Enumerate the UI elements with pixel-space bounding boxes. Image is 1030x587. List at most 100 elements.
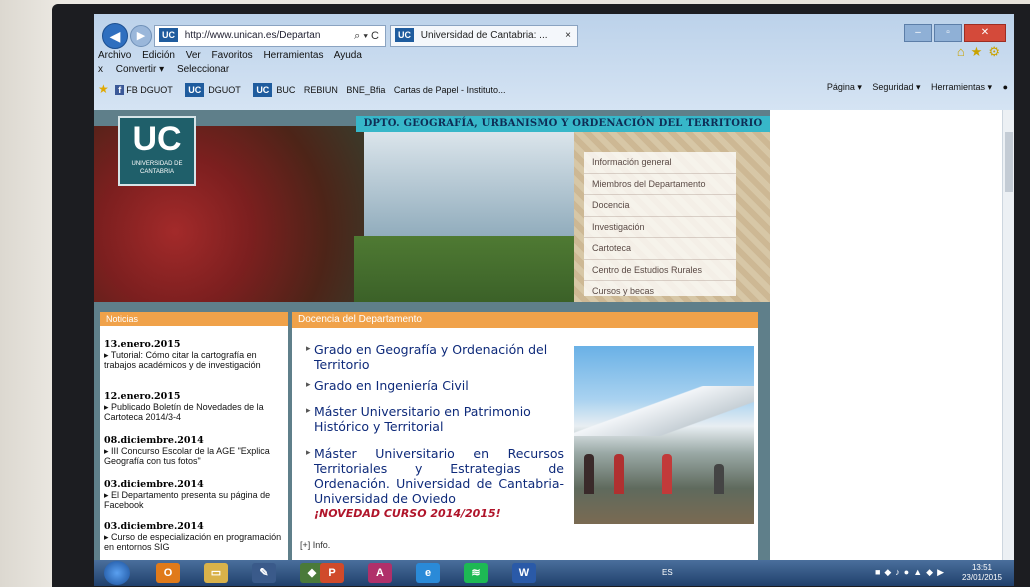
uc-icon: UC — [253, 83, 273, 97]
nav-informacion-general[interactable]: Información general — [584, 152, 736, 174]
menu-favoritos[interactable]: Favoritos — [212, 50, 253, 61]
address-controls[interactable]: ⌕ ▾ C — [354, 26, 379, 46]
internet-explorer-icon[interactable]: e — [416, 563, 440, 583]
address-bar[interactable]: UC http://www.unican.es/Departan ⌕ ▾ C — [154, 25, 386, 47]
scrollbar-thumb[interactable] — [1005, 132, 1013, 192]
news-text: ▸ Tutorial: Cómo citar la cartografía en… — [104, 350, 261, 370]
news-date: 03.diciembre.2014 — [104, 521, 204, 532]
clock[interactable]: 13:51 23/01/2015 — [962, 563, 1002, 583]
outlook-icon[interactable]: O — [156, 563, 180, 583]
clock-date: 23/01/2015 — [961, 573, 1002, 582]
course-link[interactable]: ▸ Máster Universitario en Recursos Terri… — [306, 446, 564, 521]
department-title: DPTO. GEOGRAFÍA, URBANISMO Y ORDENACIÓN … — [356, 116, 770, 132]
bullet-arrow-icon: ▸ — [306, 344, 311, 354]
course-link[interactable]: ▸ Grado en Ingeniería Civil — [306, 378, 564, 393]
news-item[interactable]: 13.enero.2015 ▸ Tutorial: Cómo citar la … — [104, 340, 284, 371]
news-item[interactable]: 12.enero.2015 ▸ Publicado Boletín de Nov… — [104, 391, 284, 423]
convert-button[interactable]: Convertir ▾ — [116, 64, 164, 75]
select-button[interactable]: Seleccionar — [177, 64, 229, 75]
favorites-bar: ★ f FB DGUOT UC DGUOT UC BUC REBIUN BNE_Bfi… — [98, 82, 1014, 100]
news-text: ▸ El Departamento presenta su página de … — [104, 490, 271, 510]
main-nav-menu: Información general Miembros del Departa… — [584, 152, 736, 302]
favorites-star-icon[interactable]: ★ — [98, 82, 109, 96]
person-figure — [614, 454, 624, 494]
forward-button[interactable]: ▶ — [130, 25, 152, 47]
word-icon[interactable]: W — [512, 563, 536, 583]
tab-favicon: UC — [395, 28, 414, 42]
nav-cartoteca[interactable]: Cartoteca — [584, 238, 736, 260]
news-date: 03.diciembre.2014 — [104, 479, 204, 490]
fav-cartas-papel[interactable]: Cartas de Papel - Instituto... — [394, 85, 506, 95]
close-window-button[interactable]: ✕ — [964, 24, 1006, 42]
windows-taskbar: O ▭ ✎ ◆ P A e ≋ W ES ■◆♪●▲◆▶ 13:51 23/01… — [94, 560, 1014, 586]
facebook-icon: f — [115, 85, 125, 95]
tab-close-icon[interactable]: × — [565, 26, 571, 46]
menu-ver[interactable]: Ver — [186, 50, 201, 61]
news-date: 12.enero.2015 — [104, 391, 181, 402]
person-figure — [584, 454, 594, 494]
nav-centro-estudios-rurales[interactable]: Centro de Estudios Rurales — [584, 260, 736, 281]
person-figure — [662, 454, 672, 494]
menu-herramientas[interactable]: Herramientas — [263, 50, 323, 61]
news-header: Noticias — [100, 312, 288, 326]
bullet-arrow-icon: ▸ — [306, 448, 311, 458]
navigation-row: ◀ ▶ UC http://www.unican.es/Departan ⌕ ▾… — [94, 22, 1014, 49]
vertical-scrollbar[interactable] — [1002, 110, 1014, 560]
news-text: ▸ III Concurso Escolar de la AGE "Explic… — [104, 446, 270, 466]
mountain-group-photo — [574, 346, 754, 524]
glacier-shape — [574, 386, 754, 436]
powerpoint-icon[interactable]: P — [320, 563, 344, 583]
spotify-icon[interactable]: ≋ — [464, 563, 488, 583]
maximize-button[interactable]: ▫ — [934, 24, 962, 42]
access-icon[interactable]: A — [368, 563, 392, 583]
start-button[interactable] — [104, 561, 130, 585]
news-text: ▸ Curso de especialización en programaci… — [104, 532, 282, 552]
fav-buc[interactable]: UC BUC — [249, 83, 295, 97]
home-star-gear-icons[interactable]: ⌂★⚙ — [957, 44, 1006, 60]
news-item[interactable]: 03.diciembre.2014 ▸ El Departamento pres… — [104, 479, 284, 511]
browser-tab[interactable]: UC Universidad de Cantabria: ... × — [390, 25, 578, 47]
screen: ◀ ▶ UC http://www.unican.es/Departan ⌕ ▾… — [94, 14, 1014, 586]
person-figure — [714, 464, 724, 494]
convert-toolbar: x Convertir ▾ Seleccionar — [98, 64, 239, 75]
system-tray-icons[interactable]: ■◆♪●▲◆▶ — [875, 567, 948, 578]
menu-archivo[interactable]: Archivo — [98, 50, 131, 61]
nav-investigacion[interactable]: Investigación — [584, 217, 736, 238]
bullet-arrow-icon: ▸ — [306, 406, 311, 416]
security-menu[interactable]: Seguridad ▾ — [872, 82, 920, 92]
pen-icon[interactable]: ✎ — [252, 563, 276, 583]
course-link[interactable]: ▸ Grado en Geografía y Ordenación del Te… — [306, 342, 564, 372]
uc-logo-text: UC — [132, 120, 182, 158]
uc-logo-subtitle: UNIVERSIDAD DE CANTABRIA — [131, 161, 183, 175]
nav-miembros[interactable]: Miembros del Departamento — [584, 174, 736, 195]
back-button[interactable]: ◀ — [102, 23, 128, 49]
site-favicon: UC — [159, 28, 178, 42]
more-info-link[interactable]: [+] Info. — [300, 540, 330, 550]
address-url: http://www.unican.es/Departan — [184, 30, 321, 41]
fav-fb-dguot[interactable]: f FB DGUOT — [115, 85, 173, 95]
convert-close[interactable]: x — [98, 64, 103, 75]
folder-icon[interactable]: ▭ — [204, 563, 228, 583]
uc-logo[interactable]: UC UNIVERSIDAD DE CANTABRIA — [118, 116, 196, 186]
docencia-panel: Docencia del Departamento ▸ Grado en Geo… — [292, 312, 758, 560]
nav-docencia[interactable]: Docencia — [584, 195, 736, 217]
fav-bne[interactable]: BNE_Bfia — [346, 85, 385, 95]
site-frame: Información general Miembros del Departa… — [94, 110, 770, 560]
menu-bar: Archivo Edición Ver Favoritos Herramient… — [98, 50, 370, 61]
news-item[interactable]: 08.diciembre.2014 ▸ III Concurso Escolar… — [104, 436, 284, 467]
course-link[interactable]: ▸ Máster Universitario en Patrimonio His… — [306, 404, 564, 434]
tools-menu[interactable]: Herramientas ▾ — [931, 82, 992, 92]
clock-time: 13:51 — [971, 563, 992, 572]
menu-ayuda[interactable]: Ayuda — [334, 50, 362, 61]
fav-dguot[interactable]: UC DGUOT — [181, 83, 241, 97]
fav-rebiun[interactable]: REBIUN — [304, 85, 338, 95]
language-indicator[interactable]: ES — [662, 568, 673, 577]
minimize-button[interactable]: – — [904, 24, 932, 42]
nav-cursos-becas[interactable]: Cursos y becas — [584, 281, 736, 302]
news-item[interactable]: 03.diciembre.2014 ▸ Curso de especializa… — [104, 521, 284, 553]
page-menu[interactable]: Página ▾ — [827, 82, 862, 92]
menu-edicion[interactable]: Edición — [142, 50, 175, 61]
help-icon[interactable]: ● — [1003, 82, 1008, 92]
command-bar: Página ▾ Seguridad ▾ Herramientas ▾ ● — [819, 82, 1008, 93]
uc-icon: UC — [185, 83, 205, 97]
